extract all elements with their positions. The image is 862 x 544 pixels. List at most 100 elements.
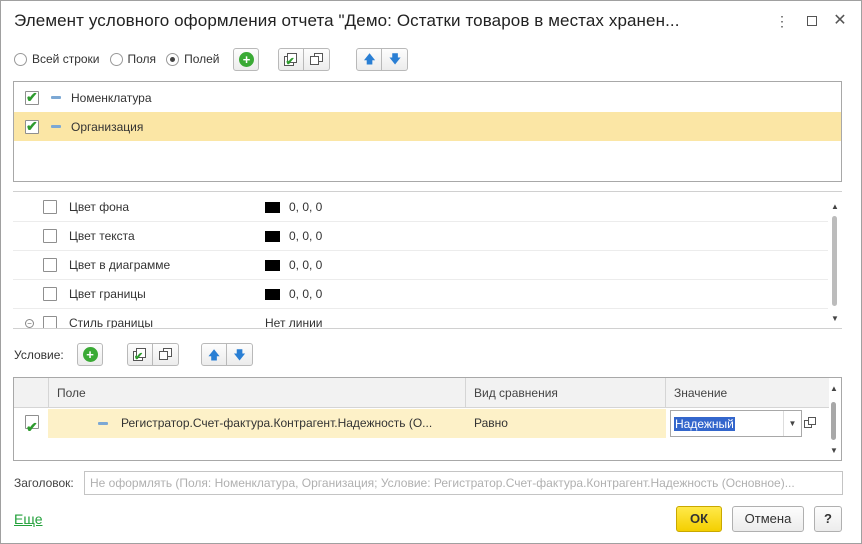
plus-icon: +: [238, 51, 254, 67]
appearance-value[interactable]: 0, 0, 0: [265, 258, 322, 272]
condition-scrollbar[interactable]: ▲ ▼: [829, 378, 839, 460]
arrow-up-icon: 🡅: [207, 347, 221, 362]
color-swatch: [265, 201, 280, 213]
check-button-group: ✔: [278, 47, 331, 71]
checkbox[interactable]: [25, 118, 39, 135]
checkbox[interactable]: [25, 413, 39, 438]
checkbox[interactable]: [43, 200, 57, 214]
condition-move-group: 🡅 🡇: [201, 343, 253, 366]
fields-toolbar: Всей строки Поля Полей + ✔ 🡅 🡇: [14, 47, 409, 71]
value-input[interactable]: Надежный ▼: [670, 410, 802, 437]
checkbox[interactable]: [43, 258, 57, 272]
header-input-wrapper: [84, 471, 843, 495]
column-header-comparison[interactable]: Вид сравнения: [465, 378, 665, 408]
uncheck-all-button[interactable]: [304, 47, 331, 71]
plus-icon: +: [82, 347, 98, 362]
move-up-button[interactable]: 🡅: [356, 47, 383, 71]
maximize-icon[interactable]: [801, 10, 823, 32]
header-input[interactable]: [85, 472, 842, 494]
radio-whole-row[interactable]: Всей строки: [14, 52, 100, 66]
arrow-down-icon: 🡇: [233, 347, 246, 362]
appearance-scrollbar[interactable]: ▲ ▼: [830, 192, 840, 328]
uncheck-all-button[interactable]: [153, 343, 179, 366]
collapse-icon[interactable]: −: [25, 318, 34, 328]
field-label: Номенклатура: [71, 90, 152, 105]
move-down-button[interactable]: 🡇: [382, 47, 409, 71]
color-swatch: [265, 288, 280, 300]
checkbox[interactable]: [43, 287, 57, 301]
arrow-up-icon: 🡅: [363, 52, 376, 66]
scroll-down-icon[interactable]: ▼: [830, 446, 838, 455]
field-cell[interactable]: Регистратор.Счет-фактура.Контрагент.Наде…: [48, 409, 466, 438]
scroll-up-icon[interactable]: ▲: [830, 384, 838, 393]
check-all-button[interactable]: ✔: [278, 47, 305, 71]
checkbox[interactable]: [43, 316, 57, 328]
appearance-row[interactable]: Цвет фона 0, 0, 0: [13, 193, 828, 222]
radio-label: Поля: [127, 52, 157, 66]
check-all-icon: ✔: [284, 52, 298, 68]
help-button[interactable]: ?: [814, 506, 842, 532]
scrollbar-thumb[interactable]: [832, 216, 837, 306]
color-swatch: [265, 259, 280, 271]
appearance-value[interactable]: 0, 0, 0: [265, 229, 322, 243]
value-text[interactable]: Надежный: [674, 417, 735, 431]
appearance-list: Цвет фона 0, 0, 0 Цвет текста 0, 0, 0 Цв…: [13, 191, 842, 329]
row-check-cell: [14, 409, 48, 438]
radio-fields[interactable]: Полей: [166, 52, 219, 66]
border-style-value: Нет линии: [265, 316, 323, 329]
list-item[interactable]: Организация: [14, 112, 841, 141]
field-icon: [51, 125, 61, 128]
appearance-row[interactable]: Цвет в диаграмме 0, 0, 0: [13, 251, 828, 280]
radio-label: Всей строки: [32, 52, 100, 66]
field-icon: [98, 422, 108, 425]
scroll-up-icon[interactable]: ▲: [831, 202, 839, 211]
checkbox[interactable]: [25, 89, 39, 106]
color-value: 0, 0, 0: [289, 258, 323, 272]
column-header-value[interactable]: Значение: [665, 378, 829, 408]
condition-toolbar: + ✔ 🡅 🡇: [77, 343, 253, 366]
appearance-row[interactable]: Цвет текста 0, 0, 0: [13, 222, 828, 251]
appearance-value[interactable]: 0, 0, 0: [265, 200, 322, 214]
radio-button-icon[interactable]: [14, 52, 27, 66]
more-vertical-icon[interactable]: ⋮: [771, 10, 793, 32]
scrollbar-thumb[interactable]: [831, 402, 836, 440]
radio-button-icon[interactable]: [166, 52, 180, 66]
condition-check-group: ✔: [127, 343, 179, 366]
column-header-field[interactable]: Поле: [48, 378, 466, 408]
cancel-button[interactable]: Отмена: [732, 506, 804, 532]
move-up-button[interactable]: 🡅: [201, 343, 227, 366]
condition-table: Поле Вид сравнения Значение Регистратор.…: [13, 377, 842, 461]
table-row[interactable]: Регистратор.Счет-фактура.Контрагент.Наде…: [14, 409, 829, 438]
appearance-row[interactable]: Цвет границы 0, 0, 0: [13, 280, 828, 309]
appearance-label: Стиль границы: [69, 316, 154, 329]
move-down-button[interactable]: 🡇: [227, 343, 253, 366]
add-condition-button[interactable]: +: [77, 343, 103, 366]
more-link[interactable]: Еще: [14, 511, 43, 527]
dialog-window: Элемент условного оформления отчета "Дем…: [0, 0, 862, 544]
fields-list: Номенклатура Организация: [13, 81, 842, 182]
appearance-label: Цвет в диаграмме: [69, 258, 171, 272]
comparison-cell[interactable]: Равно: [466, 409, 666, 438]
appearance-value[interactable]: Нет линии: [265, 316, 323, 329]
close-icon[interactable]: ✕: [829, 10, 851, 32]
appearance-label: Цвет границы: [69, 287, 146, 301]
color-value: 0, 0, 0: [289, 287, 323, 301]
add-field-button[interactable]: +: [233, 47, 260, 71]
radio-button-icon[interactable]: [109, 52, 123, 66]
list-item[interactable]: Номенклатура: [14, 83, 841, 112]
ok-button[interactable]: ОК: [676, 506, 722, 532]
color-swatch: [265, 230, 280, 242]
title-bar: Элемент условного оформления отчета "Дем…: [1, 1, 861, 41]
field-icon: [51, 96, 61, 99]
condition-label: Условие:: [14, 348, 64, 362]
radio-field[interactable]: Поля: [109, 52, 157, 66]
appearance-row[interactable]: − Стиль границы Нет линии: [13, 309, 828, 329]
appearance-value[interactable]: 0, 0, 0: [265, 287, 322, 301]
check-all-icon: ✔: [133, 348, 147, 363]
chevron-down-icon[interactable]: ▼: [783, 411, 801, 436]
checkbox[interactable]: [43, 229, 57, 243]
scroll-down-icon[interactable]: ▼: [831, 314, 839, 323]
table-header: Поле Вид сравнения Значение: [14, 378, 829, 408]
open-form-icon[interactable]: [804, 417, 816, 429]
check-all-button[interactable]: ✔: [127, 343, 153, 366]
